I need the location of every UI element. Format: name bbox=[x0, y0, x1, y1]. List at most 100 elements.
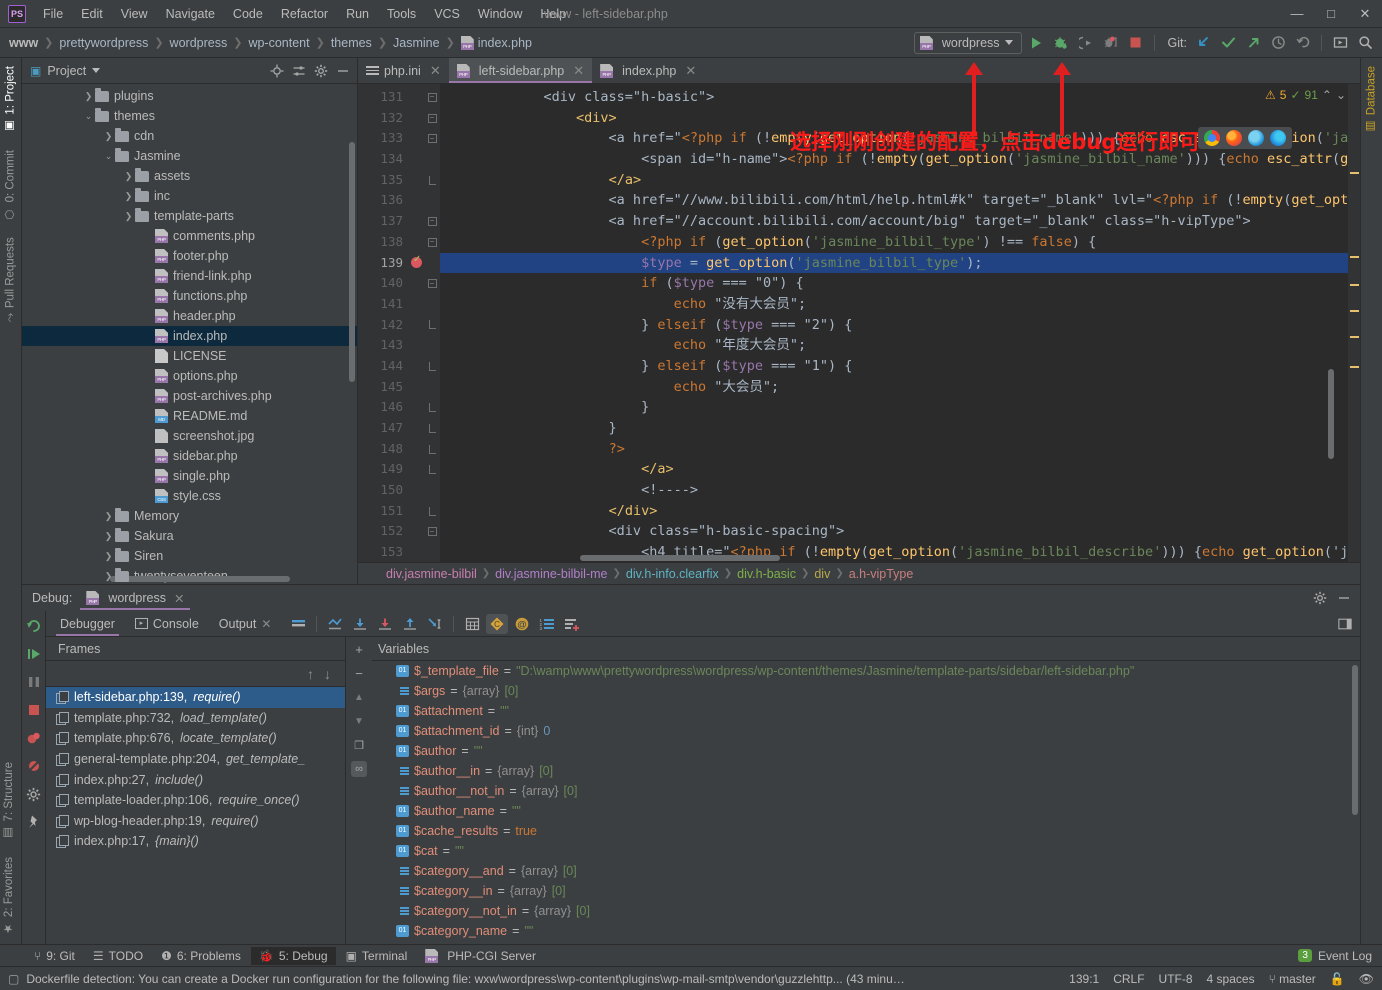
frames-list[interactable]: left-sidebar.php:139, require() template.p… bbox=[46, 687, 345, 944]
frame-down-icon[interactable]: ↓ bbox=[324, 666, 331, 682]
gutter-cell[interactable] bbox=[410, 418, 424, 439]
sidebar-item-database[interactable]: ▤ Database bbox=[1361, 58, 1382, 142]
git-update-icon[interactable] bbox=[1192, 32, 1214, 54]
show-execution-point-icon[interactable] bbox=[324, 614, 346, 634]
editor-crumb-1[interactable]: div.jasmine-bilbil-me bbox=[495, 567, 607, 581]
menu-help[interactable]: Help bbox=[531, 3, 575, 25]
maximize-icon[interactable]: □ bbox=[1314, 0, 1348, 28]
git-push-icon[interactable] bbox=[1242, 32, 1264, 54]
edge-icon[interactable] bbox=[1270, 130, 1286, 146]
code-line[interactable]: <div class="h-basic-spacing"> bbox=[440, 521, 1348, 542]
git-rollback-icon[interactable] bbox=[1292, 32, 1314, 54]
breadcrumb-wordpress[interactable]: wordpress bbox=[167, 34, 231, 52]
tree-item-screenshot-jpg[interactable]: screenshot.jpg bbox=[22, 426, 357, 446]
chevron-right-icon[interactable]: ❯ bbox=[102, 131, 115, 142]
move-up-icon[interactable]: ▲ bbox=[351, 689, 367, 705]
firefox-icon[interactable] bbox=[1226, 130, 1242, 146]
restore-layout-icon[interactable] bbox=[1338, 614, 1360, 634]
select-in-icon[interactable] bbox=[1329, 32, 1351, 54]
next-highlight-icon[interactable]: ⌄ bbox=[1336, 88, 1346, 102]
pause-icon[interactable] bbox=[25, 673, 43, 691]
gutter-cell[interactable] bbox=[410, 459, 424, 480]
frame-row[interactable]: template.php:676, locate_template() bbox=[46, 728, 345, 749]
line-separator[interactable]: CRLF bbox=[1113, 972, 1144, 986]
stop-icon[interactable] bbox=[25, 701, 43, 719]
resume-icon[interactable] bbox=[25, 645, 43, 663]
gutter-cell[interactable] bbox=[410, 273, 424, 294]
toolwin-debug[interactable]: 🐞 5: Debug bbox=[250, 946, 336, 965]
variable-row[interactable]: $category__in = {array} [0] bbox=[374, 881, 1360, 901]
tree-item-themes[interactable]: ⌄ themes bbox=[22, 106, 357, 126]
settings-icon[interactable] bbox=[25, 785, 43, 803]
variable-row[interactable]: $category__and = {array} [0] bbox=[374, 861, 1360, 881]
code-line[interactable]: ?> bbox=[440, 439, 1348, 460]
tab-left-sidebar-php[interactable]: left-sidebar.php ✕ bbox=[448, 58, 593, 83]
fold-marker[interactable]: − bbox=[424, 108, 440, 129]
fold-marker[interactable] bbox=[424, 315, 440, 336]
code-line[interactable]: } bbox=[440, 418, 1348, 439]
menu-tools[interactable]: Tools bbox=[378, 3, 425, 25]
breadcrumb-www[interactable]: www bbox=[6, 34, 41, 52]
fold-marker[interactable] bbox=[424, 253, 440, 274]
ie-icon[interactable] bbox=[1248, 130, 1264, 146]
tree-item-functions-php[interactable]: PHP functions.php bbox=[22, 286, 357, 306]
locate-icon[interactable] bbox=[267, 61, 287, 81]
editor-crumb-0[interactable]: div.jasmine-bilbil bbox=[386, 567, 477, 581]
editor-crumb-5[interactable]: a.h-vipType bbox=[849, 567, 914, 581]
variables-icon[interactable]: 123 bbox=[536, 614, 558, 634]
code-line[interactable]: <a href="//www.bilibili.com/html/help.ht… bbox=[440, 190, 1348, 211]
tree-item-post-archives-php[interactable]: PHP post-archives.php bbox=[22, 386, 357, 406]
breakpoints-icon[interactable] bbox=[25, 729, 43, 747]
move-down-icon[interactable]: ▼ bbox=[351, 713, 367, 729]
tree-item-assets[interactable]: ❯ assets bbox=[22, 166, 357, 186]
editor-crumb-3[interactable]: div.h-basic bbox=[737, 567, 796, 581]
git-commit-icon[interactable] bbox=[1217, 32, 1239, 54]
variables-list[interactable]: 01 $_template_file = "D:\wamp\www\prettywor… bbox=[372, 661, 1360, 944]
tree-item-index-php[interactable]: PHP index.php bbox=[22, 326, 357, 346]
at-marker-icon[interactable]: @ bbox=[511, 614, 533, 634]
menu-view[interactable]: View bbox=[112, 3, 157, 25]
code-line[interactable]: </div> bbox=[440, 501, 1348, 522]
event-log-area[interactable]: 3 Event Log bbox=[1298, 949, 1382, 963]
tab-php-ini[interactable]: php.ini ✕ bbox=[358, 58, 449, 83]
step-into-icon[interactable] bbox=[374, 614, 396, 634]
fold-marker[interactable] bbox=[424, 542, 440, 562]
gutter-cell[interactable] bbox=[410, 87, 424, 108]
frame-row[interactable]: template-loader.php:106, require_once() bbox=[46, 790, 345, 811]
fold-marker[interactable] bbox=[424, 459, 440, 480]
fold-marker[interactable] bbox=[424, 356, 440, 377]
run-icon[interactable] bbox=[1025, 32, 1047, 54]
tree-item-readme-md[interactable]: MD README.md bbox=[22, 406, 357, 426]
run-with-coverage-icon[interactable] bbox=[1075, 32, 1097, 54]
gutter-cell[interactable] bbox=[410, 335, 424, 356]
tree-item-sakura[interactable]: ❯ Sakura bbox=[22, 526, 357, 546]
frame-row[interactable]: index.php:27, include() bbox=[46, 769, 345, 790]
editor-crumb-2[interactable]: div.h-info.clearfix bbox=[626, 567, 719, 581]
editor-fold-gutter[interactable]: − − − − − − − bbox=[424, 84, 440, 562]
fold-marker[interactable]: − bbox=[424, 521, 440, 542]
gutter-cell[interactable] bbox=[410, 294, 424, 315]
frame-row[interactable]: general-template.php:204, get_template_ bbox=[46, 749, 345, 770]
variable-row[interactable]: $author__in = {array} [0] bbox=[374, 761, 1360, 781]
frame-row[interactable]: index.php:17, {main}() bbox=[46, 831, 345, 852]
menu-vcs[interactable]: VCS bbox=[425, 3, 469, 25]
prev-highlight-icon[interactable]: ⌃ bbox=[1322, 88, 1332, 102]
sidebar-item-pull-requests[interactable]: ⤳ Pull Requests bbox=[0, 229, 21, 330]
gutter-cell[interactable] bbox=[410, 439, 424, 460]
gutter-cell[interactable] bbox=[410, 542, 424, 562]
frame-row[interactable]: wp-blog-header.php:19, require() bbox=[46, 811, 345, 832]
mute-breakpoints-icon[interactable] bbox=[25, 757, 43, 775]
chevron-down-icon[interactable] bbox=[92, 68, 101, 73]
tree-item-plugins[interactable]: ❯ plugins bbox=[22, 86, 357, 106]
tree-item-style-css[interactable]: CSS style.css bbox=[22, 486, 357, 506]
editor-error-stripe[interactable] bbox=[1348, 84, 1360, 562]
breakpoint-marker[interactable] bbox=[410, 253, 424, 274]
toolwin-todo[interactable]: ☰ TODO bbox=[85, 947, 151, 965]
chevron-down-icon[interactable]: ⌄ bbox=[82, 111, 95, 122]
debug-icon[interactable] bbox=[1050, 32, 1072, 54]
menu-run[interactable]: Run bbox=[337, 3, 378, 25]
fold-marker[interactable] bbox=[424, 294, 440, 315]
toolwin-php-cgi[interactable]: PHP-CGI Server bbox=[417, 947, 544, 965]
profile-icon[interactable] bbox=[1100, 32, 1122, 54]
close-icon[interactable]: ✕ bbox=[573, 63, 584, 79]
